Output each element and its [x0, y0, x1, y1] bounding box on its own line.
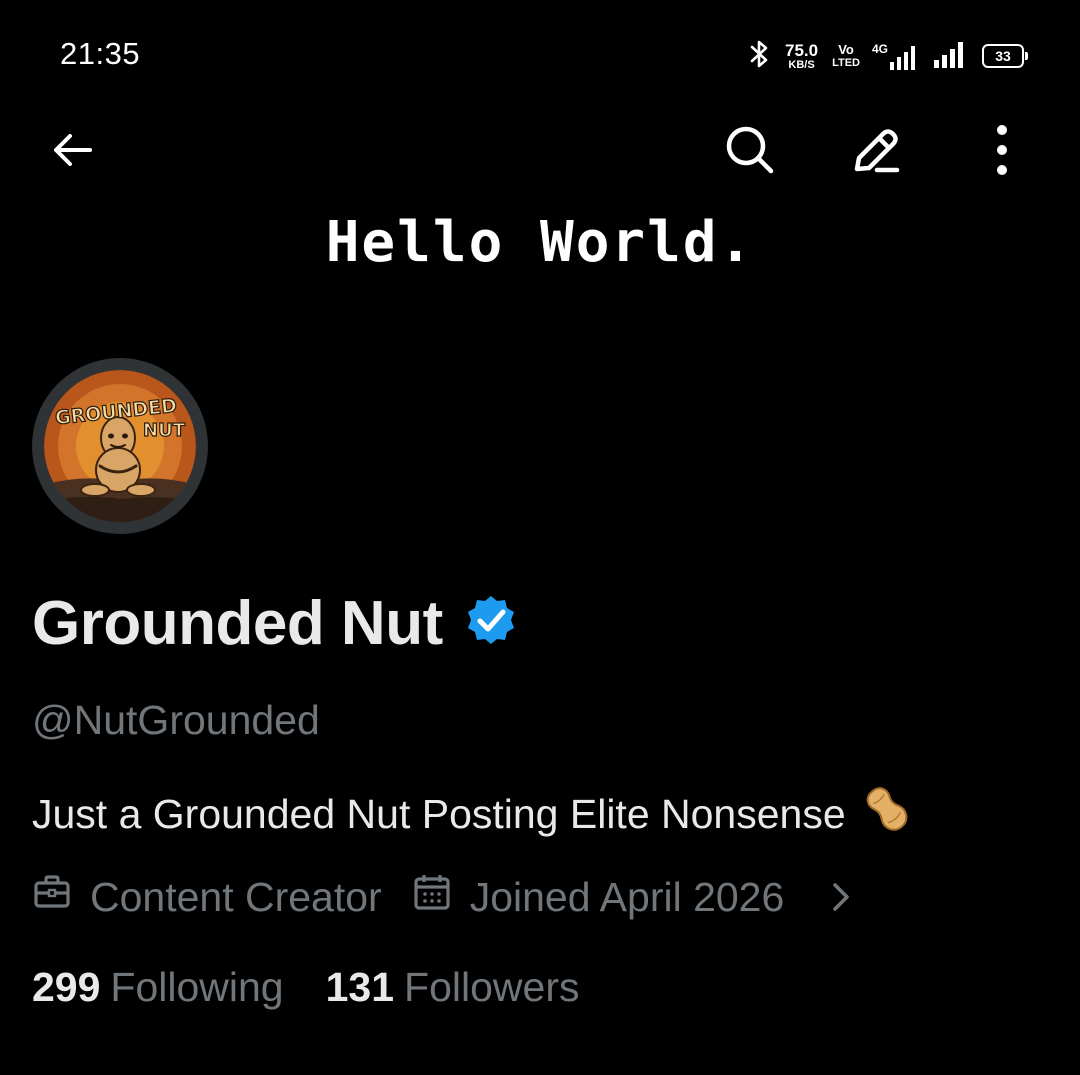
net-speed-value: 75.0	[785, 40, 819, 60]
battery-icon: 33	[982, 44, 1028, 68]
volte-top: Vo	[838, 42, 854, 57]
followers-stat[interactable]: 131 Followers	[326, 964, 580, 1011]
net-speed: 75.0 KB/S	[785, 42, 818, 71]
edit-button[interactable]	[844, 120, 908, 184]
handle: @NutGrounded	[32, 697, 320, 743]
avatar[interactable]: GROUNDED NUT	[32, 358, 208, 534]
signal-4g-icon: 4G	[872, 42, 918, 70]
verified-badge-icon[interactable]	[463, 593, 519, 654]
volte-bottom: LTED	[832, 57, 860, 69]
followers-label: Followers	[404, 964, 580, 1010]
banner-text: Hello World.	[325, 210, 755, 275]
grounded-nut-logo: GROUNDED NUT	[44, 370, 196, 522]
briefcase-icon	[32, 872, 72, 922]
joined-label: Joined April 2026	[469, 873, 785, 920]
display-name: Grounded Nut	[32, 589, 443, 658]
search-icon	[723, 123, 777, 182]
more-button[interactable]	[970, 120, 1034, 184]
status-bar: 21:35 75.0 KB/S Vo LTED 4G 33	[0, 0, 1080, 110]
search-button[interactable]	[718, 120, 782, 184]
edit-icon	[849, 123, 903, 182]
bluetooth-icon	[749, 39, 771, 74]
profession: Content Creator	[32, 872, 382, 922]
status-icons: 75.0 KB/S Vo LTED 4G 33	[749, 38, 1028, 74]
profession-label: Content Creator	[90, 873, 382, 920]
volte-indicator: Vo LTED	[832, 43, 860, 69]
following-label: Following	[110, 964, 284, 1010]
meta-row: Content Creator Joined April 2026	[32, 872, 854, 922]
logo-text-line2: NUT	[143, 420, 186, 441]
following-stat[interactable]: 299 Following	[32, 964, 284, 1011]
stats-row: 299 Following 131 Followers	[32, 964, 579, 1011]
calendar-icon	[412, 872, 452, 922]
bio-text: Just a Grounded Nut Posting Elite Nonsen…	[32, 790, 846, 837]
back-arrow-icon	[48, 126, 96, 179]
followers-count: 131	[325, 964, 395, 1010]
net-speed-unit: KB/S	[788, 58, 815, 71]
signal-icon	[932, 40, 968, 73]
top-nav	[0, 110, 1080, 200]
back-button[interactable]	[40, 120, 104, 184]
following-count: 299	[32, 964, 101, 1010]
battery-level: 33	[995, 48, 1011, 64]
chevron-right-icon	[828, 877, 854, 917]
peanut-icon	[860, 782, 914, 846]
status-time: 21:35	[60, 36, 141, 71]
joined-date[interactable]: Joined April 2026	[412, 872, 855, 922]
more-vertical-icon	[992, 123, 1012, 182]
display-name-row: Grounded Nut	[32, 588, 519, 659]
bio: Just a Grounded Nut Posting Elite Nonsen…	[32, 782, 914, 846]
